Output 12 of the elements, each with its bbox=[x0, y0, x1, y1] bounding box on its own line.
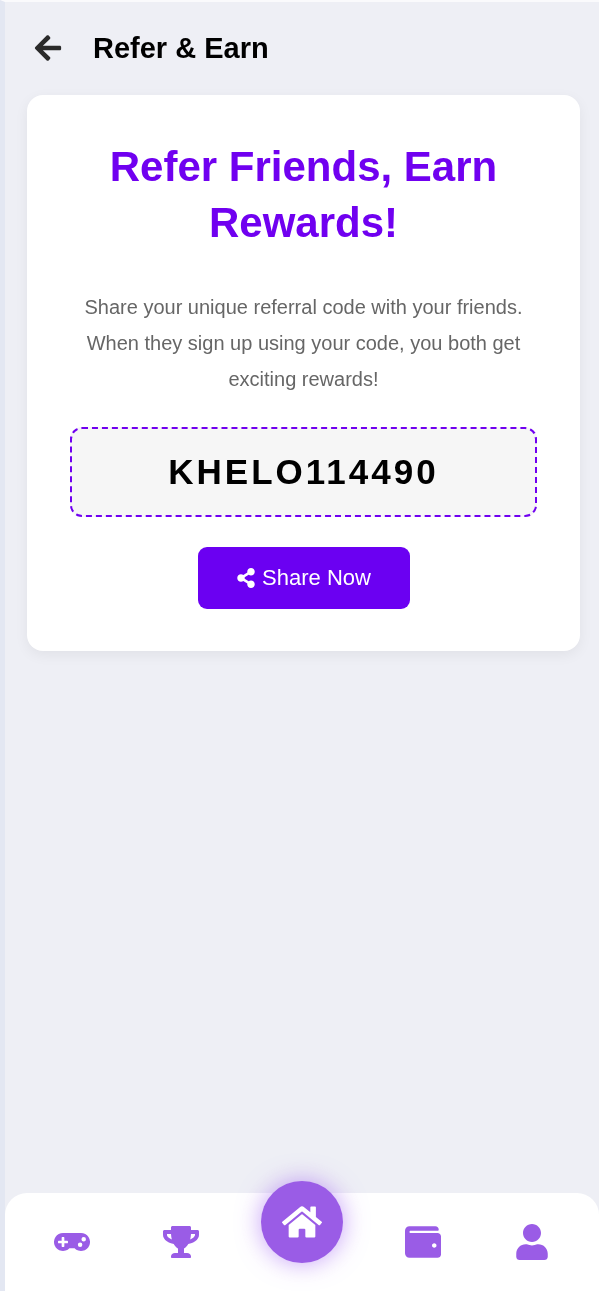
back-button[interactable] bbox=[33, 33, 63, 63]
person-icon bbox=[514, 1224, 551, 1260]
share-button[interactable]: Share Now bbox=[197, 547, 410, 609]
referral-code: KHELO114490 bbox=[70, 427, 537, 517]
home-button[interactable] bbox=[261, 1181, 343, 1263]
page-title: Refer & Earn bbox=[93, 31, 269, 65]
back-arrow-icon bbox=[33, 33, 63, 63]
wallet-icon bbox=[404, 1224, 441, 1260]
card-description: Share your unique referral code with your friends. When they sign up using your code, you both get exciting rewards! bbox=[83, 295, 524, 392]
trophy-icon bbox=[163, 1224, 200, 1260]
share-icon bbox=[236, 568, 257, 588]
card-heading: Refer Friends, Earn Rewards! bbox=[108, 142, 499, 248]
